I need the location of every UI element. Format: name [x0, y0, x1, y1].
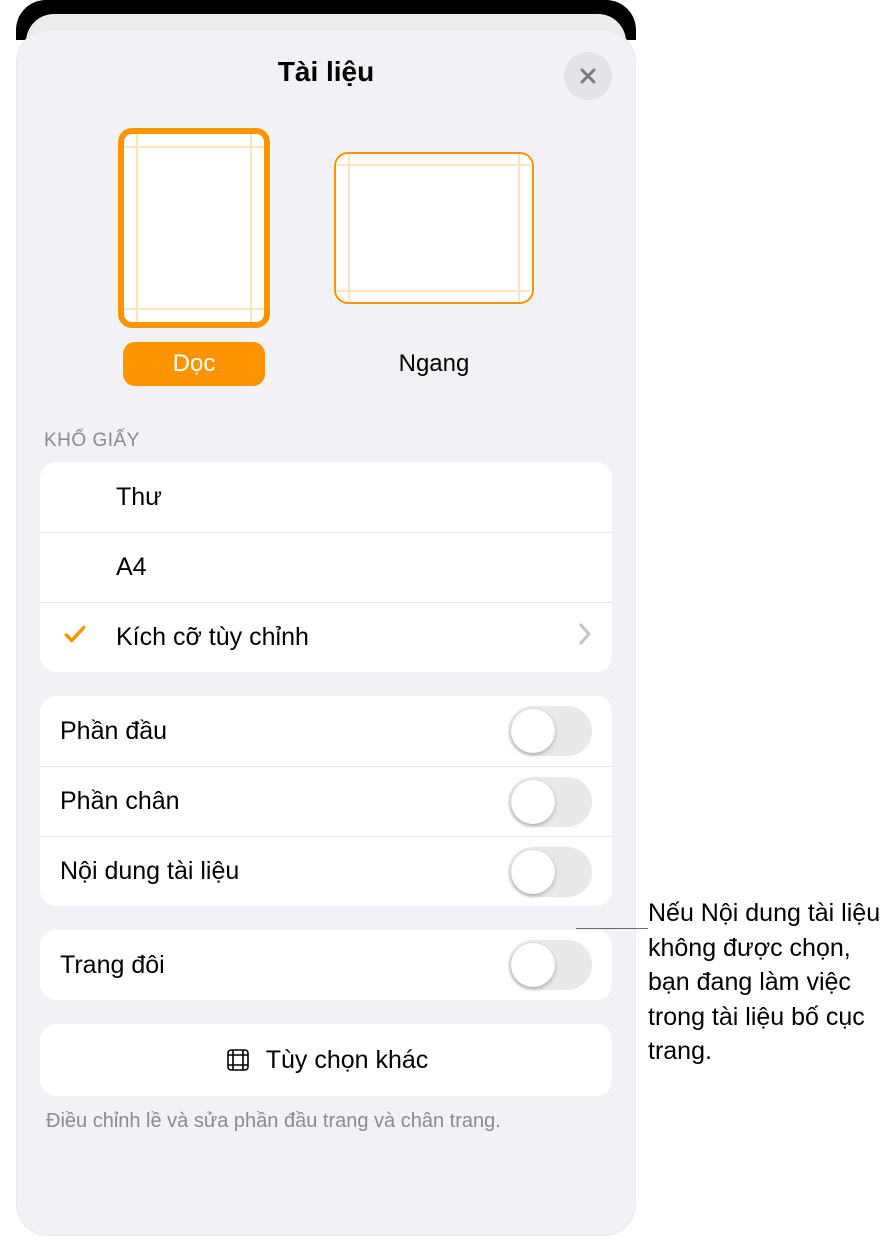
list-item-label: A4 — [116, 553, 147, 582]
close-icon — [578, 66, 598, 86]
facing-pages-row[interactable]: Trang đôi — [40, 930, 612, 1000]
sheet-title: Tài liệu — [40, 54, 612, 88]
paper-size-group: Thư A4 Kích cỡ tùy chỉnh — [40, 462, 612, 672]
grid-icon — [224, 1046, 252, 1074]
sheet-header: Tài liệu — [40, 54, 612, 114]
orientation-picker: Dọc Ngang — [40, 128, 612, 386]
paper-size-option-custom[interactable]: Kích cỡ tùy chỉnh — [40, 602, 612, 672]
toggle-label: Phần chân — [60, 787, 180, 816]
toggles-group: Phần đầu Phần chân Nội dung tài liệu — [40, 696, 612, 906]
close-button[interactable] — [564, 52, 612, 100]
portrait-thumbnail — [118, 128, 270, 328]
toggle-label: Phần đầu — [60, 717, 167, 746]
landscape-label[interactable]: Ngang — [363, 342, 505, 386]
orientation-portrait-option[interactable]: Dọc — [118, 128, 270, 386]
orientation-landscape-option[interactable]: Ngang — [334, 128, 534, 386]
landscape-thumbnail — [334, 152, 534, 304]
paper-size-section-label: KHỔ GIẤY — [44, 430, 608, 452]
facing-pages-toggle[interactable] — [508, 940, 592, 990]
callout-leader-line — [576, 928, 648, 929]
list-item-label: Kích cỡ tùy chỉnh — [116, 623, 309, 652]
footers-row[interactable]: Phần chân — [40, 766, 612, 836]
portrait-label[interactable]: Dọc — [123, 342, 265, 386]
footer-note: Điều chỉnh lề và sửa phần đầu trang và c… — [46, 1110, 606, 1133]
headers-row[interactable]: Phần đầu — [40, 696, 612, 766]
callout-text: Nếu Nội dung tài liệu không được chọn, b… — [648, 896, 892, 1069]
list-item-label: Thư — [116, 483, 162, 512]
checkmark-icon — [62, 621, 92, 654]
paper-size-option-letter[interactable]: Thư — [40, 462, 612, 532]
footers-toggle[interactable] — [508, 777, 592, 827]
document-body-toggle[interactable] — [508, 847, 592, 897]
document-body-row[interactable]: Nội dung tài liệu — [40, 836, 612, 906]
more-options-label: Tùy chọn khác — [266, 1046, 429, 1075]
toggle-label: Trang đôi — [60, 951, 165, 980]
document-settings-sheet: Tài liệu Dọc Ngang KHỔ GIẤY Thư — [16, 30, 636, 1236]
more-options-button[interactable]: Tùy chọn khác — [40, 1024, 612, 1096]
toggle-label: Nội dung tài liệu — [60, 857, 239, 886]
chevron-right-icon — [578, 623, 592, 652]
headers-toggle[interactable] — [508, 706, 592, 756]
facing-pages-group: Trang đôi — [40, 930, 612, 1000]
paper-size-option-a4[interactable]: A4 — [40, 532, 612, 602]
